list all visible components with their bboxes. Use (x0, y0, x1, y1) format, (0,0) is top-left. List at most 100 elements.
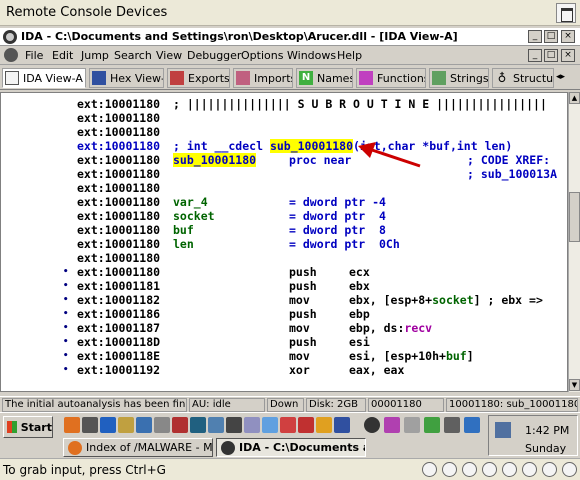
folder-icon[interactable] (118, 417, 134, 433)
scroll-thumb[interactable] (569, 192, 580, 242)
menu-file[interactable]: File (25, 49, 43, 62)
tab-label: Imports (254, 71, 293, 85)
start-label: Start (20, 420, 52, 434)
tab-hex-view-a[interactable]: Hex View-A (89, 68, 164, 88)
disasm-line[interactable]: • ext:10001187 mov ebp, ds:recv (1, 321, 567, 335)
disasm-line[interactable]: ext:10001180 len = dword ptr 0Ch (1, 237, 567, 251)
windows-taskbar: Start Index of /MALWARE - M... IDA - C:\… (0, 412, 580, 457)
network-tool-icon[interactable] (262, 417, 278, 433)
disasm-line[interactable]: ext:10001180 (1, 125, 567, 139)
menu-debugger[interactable]: Debugger (187, 49, 241, 62)
network-adapter-icon[interactable] (482, 462, 497, 477)
fullscreen-icon[interactable] (556, 3, 576, 23)
operands: eax, eax (349, 363, 404, 377)
network-tray-icon[interactable] (495, 422, 511, 438)
menu-view[interactable]: View (156, 49, 182, 62)
tab-functions[interactable]: Functions (356, 68, 426, 88)
magnifier-icon[interactable] (364, 417, 380, 433)
utility-icon[interactable] (316, 417, 332, 433)
ida-logo-icon (3, 30, 17, 44)
disasm-line[interactable]: ext:10001180 sub_10001180 proc near ; CODE … (1, 153, 567, 167)
cd-drive-icon[interactable] (422, 462, 437, 477)
network-icon[interactable] (100, 417, 116, 433)
explorer-icon[interactable] (136, 417, 152, 433)
settings-icon[interactable] (444, 417, 460, 433)
clock-time[interactable]: 1:42 PM (525, 424, 569, 437)
disasm-line[interactable]: • ext:1000118D push esi (1, 335, 567, 349)
disasm-line[interactable]: • ext:1000118E mov esi, [esp+10h+buf] (1, 349, 567, 363)
status-autoanalysis: AU: idle (189, 398, 265, 412)
disasm-line[interactable]: ext:10001180 socket = dword ptr 4 (1, 209, 567, 223)
mnemonic: push (289, 279, 317, 293)
tab-strings[interactable]: Strings (429, 68, 489, 88)
menu-help[interactable]: Help (337, 49, 362, 62)
maximize-button[interactable]: □ (544, 30, 558, 43)
paint-icon[interactable] (384, 417, 400, 433)
ida-icon[interactable] (226, 417, 242, 433)
disasm-line[interactable]: • ext:10001186 push ebp (1, 307, 567, 321)
minimize-button[interactable]: _ (528, 30, 542, 43)
tab-names[interactable]: N Names (296, 68, 353, 88)
green-app-icon[interactable] (424, 417, 440, 433)
terminal-icon[interactable] (154, 417, 170, 433)
menu-jump[interactable]: Jump (81, 49, 109, 62)
taskbar-button-firefox[interactable]: Index of /MALWARE - M... (63, 438, 213, 457)
menu-edit[interactable]: Edit (52, 49, 73, 62)
child-minimize-button[interactable]: _ (528, 49, 542, 62)
tab-structures[interactable]: ♁ Structu (492, 68, 554, 88)
operands: ebp (349, 307, 370, 321)
tab-label: Structu (513, 71, 554, 85)
bug-icon[interactable] (298, 417, 314, 433)
operand: ecx (349, 265, 370, 279)
menu-remote-console[interactable]: Remote Console (6, 5, 112, 20)
app-icon[interactable] (244, 417, 260, 433)
tab-imports[interactable]: Imports (233, 68, 293, 88)
disasm-line[interactable]: ext:10001180 ; sub_100013A (1, 167, 567, 181)
disasm-line[interactable]: ext:10001180 var_4 = dword ptr -4 (1, 195, 567, 209)
window-icon[interactable] (208, 417, 224, 433)
disasm-line[interactable]: • ext:10001180 push ecx (1, 265, 567, 279)
shared-folder-icon[interactable] (502, 462, 517, 477)
tool-icon[interactable] (172, 417, 188, 433)
menu-windows[interactable]: Windows (287, 49, 336, 62)
tab-exports[interactable]: Exports (167, 68, 230, 88)
close-button[interactable]: × (561, 30, 575, 43)
scanner-icon[interactable] (334, 417, 350, 433)
mouse-integration-icon[interactable] (542, 462, 557, 477)
disasm-line[interactable]: ext:10001180 buf = dword ptr 8 (1, 223, 567, 237)
tab-scroll-arrows[interactable]: ◂▸ (556, 72, 578, 85)
scroll-up-arrow-icon[interactable]: ▲ (569, 92, 580, 104)
disasm-line[interactable]: • ext:10001192 xor eax, eax (1, 363, 567, 377)
disassembly-view[interactable]: ext:10001180 ; ||||||||||||||| S U B R O … (0, 92, 568, 392)
firefox-icon[interactable] (64, 417, 80, 433)
disk-icon[interactable] (442, 462, 457, 477)
display-icon[interactable] (522, 462, 537, 477)
keyboard-icon[interactable] (562, 462, 577, 477)
menu-search[interactable]: Search (114, 49, 152, 62)
disasm-line[interactable]: ext:10001180 ; ||||||||||||||| S U B R O … (1, 97, 567, 111)
usb-icon[interactable] (462, 462, 477, 477)
vertical-scrollbar[interactable]: ▲ ▼ (568, 92, 580, 392)
ida-quicklaunch-icon[interactable] (82, 417, 98, 433)
disasm-line[interactable]: ext:10001180 (1, 111, 567, 125)
child-restore-button[interactable]: □ (544, 49, 558, 62)
cd-icon[interactable] (404, 417, 420, 433)
disasm-line[interactable]: • ext:10001181 push ebx (1, 279, 567, 293)
ida-menu-icon[interactable] (4, 48, 18, 62)
disasm-line[interactable]: • ext:10001182 mov ebx, [esp+8+socket] ; eb… (1, 293, 567, 307)
taskbar-button-ida[interactable]: IDA - C:\Documents a... (216, 438, 366, 457)
menu-options[interactable]: Options (241, 49, 283, 62)
disasm-line[interactable]: ext:10001180 ; int __cdecl sub_10001180(i… (1, 139, 567, 153)
disasm-line[interactable]: ext:10001180 (1, 181, 567, 195)
debugger-icon[interactable] (280, 417, 296, 433)
start-button[interactable]: Start (3, 416, 53, 438)
monitor-icon[interactable] (190, 417, 206, 433)
child-close-button[interactable]: × (561, 49, 575, 62)
menu-devices[interactable]: Devices (116, 5, 167, 20)
tab-ida-view-a[interactable]: IDA View-A (2, 68, 86, 88)
scroll-down-arrow-icon[interactable]: ▼ (569, 379, 580, 391)
breakpoint-bullet-icon: • (63, 323, 69, 333)
blue-app-icon[interactable] (464, 417, 480, 433)
disasm-line[interactable]: ext:10001180 (1, 251, 567, 265)
taskbar-button-label: IDA - C:\Documents a... (239, 441, 365, 454)
